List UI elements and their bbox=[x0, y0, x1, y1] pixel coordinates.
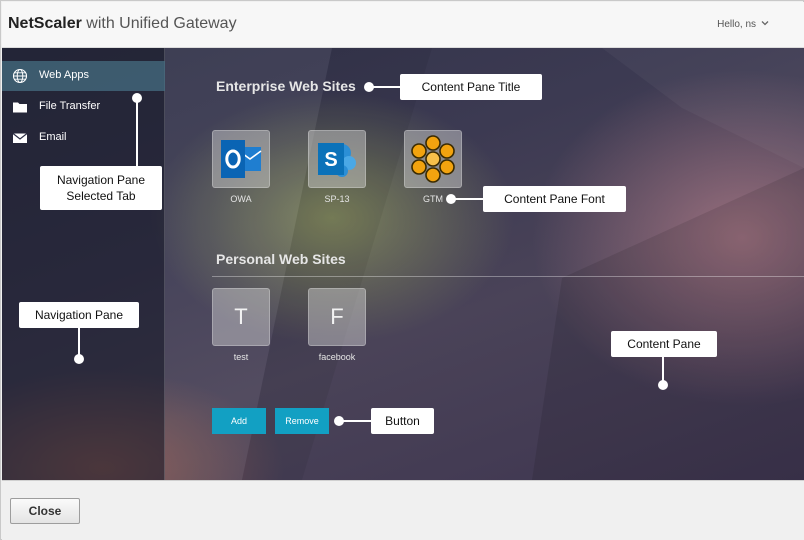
sharepoint-icon: S bbox=[318, 143, 356, 177]
brand-title: NetScaler with Unified Gateway bbox=[8, 15, 237, 32]
app-window: NetScaler with Unified Gateway Hello, ns bbox=[0, 0, 804, 540]
app-tile-owa[interactable] bbox=[212, 130, 270, 188]
chevron-down-icon[interactable] bbox=[760, 18, 770, 28]
section-divider bbox=[212, 276, 804, 277]
site-tile-facebook[interactable]: F bbox=[308, 288, 366, 346]
close-button[interactable]: Close bbox=[10, 498, 80, 524]
callout-button: Button bbox=[371, 408, 434, 434]
callout-navigation-pane: Navigation Pane bbox=[19, 302, 139, 328]
folder-icon bbox=[13, 102, 27, 113]
outlook-icon bbox=[221, 140, 262, 178]
nav-item-label: Web Apps bbox=[39, 69, 89, 81]
callout-content-pane-font: Content Pane Font bbox=[483, 186, 626, 212]
dialog-footer: Close bbox=[2, 480, 804, 540]
nav-item-email[interactable]: Email bbox=[2, 123, 165, 153]
gotomeeting-icon bbox=[411, 135, 455, 183]
callout-line bbox=[136, 98, 138, 168]
callout-content-pane: Content Pane bbox=[611, 331, 717, 357]
callout-line bbox=[369, 86, 401, 88]
top-bar: NetScaler with Unified Gateway Hello, ns bbox=[2, 2, 804, 48]
app-tile-gtm[interactable] bbox=[404, 130, 462, 188]
portal-stage: Web Apps File Transfer Email Enterprise … bbox=[2, 48, 804, 480]
site-tile-test[interactable]: T bbox=[212, 288, 270, 346]
callout-line bbox=[339, 420, 372, 422]
app-tile-sp-13[interactable]: S bbox=[308, 130, 366, 188]
nav-item-label: Email bbox=[39, 131, 67, 143]
nav-item-web-apps[interactable]: Web Apps bbox=[2, 61, 165, 91]
nav-item-label: File Transfer bbox=[39, 100, 101, 112]
svg-text:S: S bbox=[324, 149, 337, 171]
app-tile-label: OWA bbox=[230, 194, 252, 204]
user-greeting[interactable]: Hello, ns bbox=[717, 19, 756, 30]
app-tile-label: SP-13 bbox=[324, 194, 350, 204]
callout-content-pane-title: Content Pane Title bbox=[400, 74, 542, 100]
globe-icon bbox=[12, 68, 28, 84]
envelope-icon bbox=[12, 133, 28, 143]
callout-dot bbox=[74, 354, 84, 364]
remove-button[interactable]: Remove bbox=[275, 408, 329, 434]
site-tile-letter: F bbox=[330, 304, 344, 329]
site-tile-letter: T bbox=[234, 304, 248, 329]
site-tile-label: test bbox=[233, 352, 249, 362]
enterprise-section-title: Enterprise Web Sites bbox=[216, 78, 356, 94]
site-tile-label: facebook bbox=[318, 352, 356, 362]
add-button[interactable]: Add bbox=[212, 408, 266, 434]
personal-section-title: Personal Web Sites bbox=[216, 251, 346, 267]
callout-nav-selected-tab: Navigation Pane Selected Tab bbox=[40, 166, 162, 210]
callout-dot bbox=[658, 380, 668, 390]
callout-line bbox=[451, 198, 484, 200]
navigation-pane: Web Apps File Transfer Email bbox=[2, 48, 165, 480]
